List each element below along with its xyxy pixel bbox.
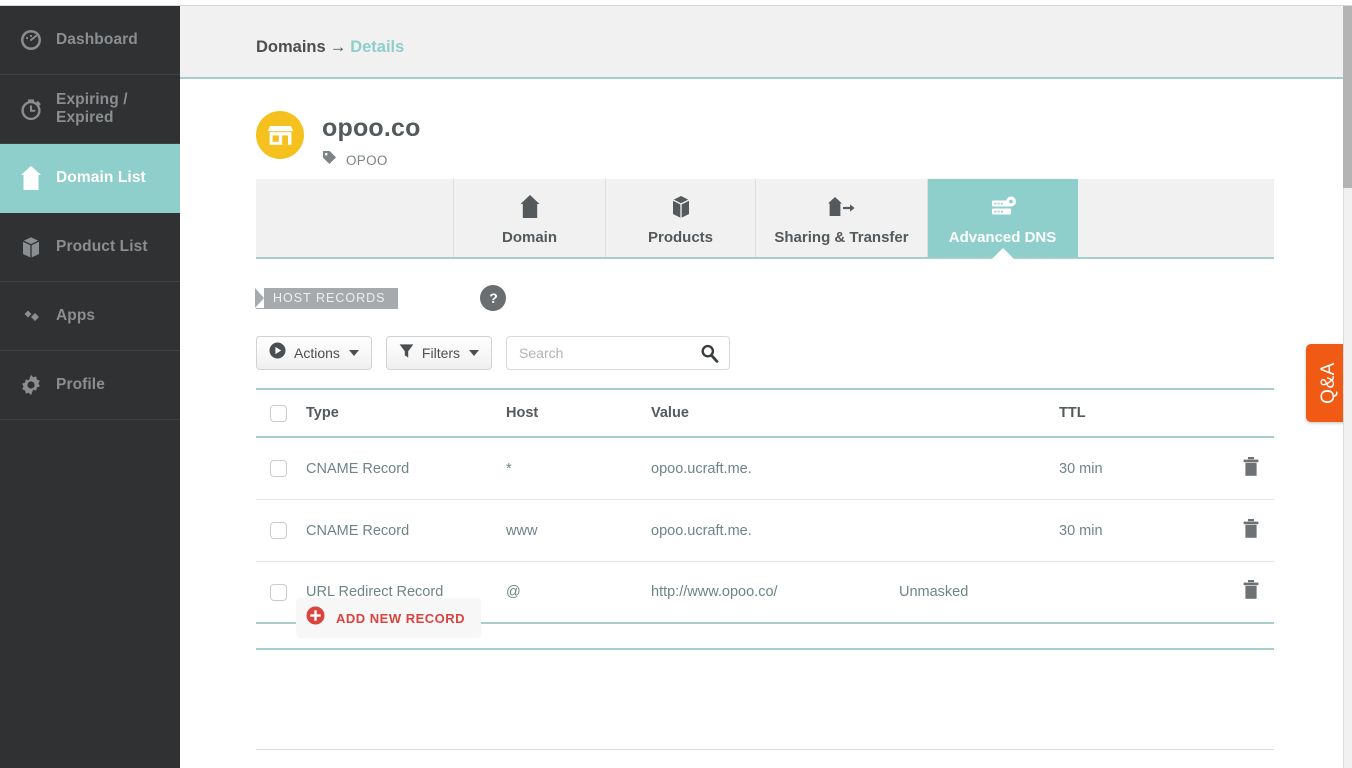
tab-label: Sharing & Transfer — [774, 229, 909, 246]
row-checkbox[interactable] — [270, 460, 287, 477]
scrollbar-thumb[interactable] — [1343, 6, 1352, 188]
search-icon[interactable] — [700, 344, 719, 368]
tab-bar: Domain Products Sharing & Transfer Advan… — [256, 179, 1274, 259]
add-new-record-button[interactable]: ADD NEW RECORD — [296, 598, 482, 638]
select-all-checkbox[interactable] — [270, 404, 287, 422]
column-header-value: Value — [651, 405, 689, 421]
row-actions-cell — [1204, 456, 1274, 482]
tab-products[interactable]: Products — [606, 179, 756, 257]
section-header-row: HOST RECORDS ? — [254, 285, 507, 311]
records-toolbar: Actions Filters — [256, 336, 731, 370]
box-icon — [14, 234, 48, 260]
section-title: HOST RECORDS — [273, 291, 386, 305]
column-header-ttl: TTL — [1059, 405, 1086, 421]
row-actions-cell — [1204, 518, 1274, 544]
qa-tab-label: Q&A — [1318, 362, 1339, 404]
tab-label: Domain — [501, 229, 557, 246]
clock-icon — [14, 97, 48, 121]
table-row[interactable]: CNAME Record www opoo.ucraft.me. 30 min — [256, 500, 1274, 562]
filters-button[interactable]: Filters — [385, 336, 493, 370]
actions-button-label: Actions — [294, 345, 340, 361]
breadcrumb-separator: → — [329, 38, 347, 56]
search-box[interactable] — [506, 336, 731, 370]
domain-header: opoo.co OPOO — [256, 111, 421, 170]
cell-ttl: 30 min — [1059, 522, 1103, 539]
add-new-record-label: ADD NEW RECORD — [336, 610, 466, 626]
breadcrumb: Domains → Details — [256, 38, 404, 57]
cell-host: * — [506, 460, 512, 477]
sidebar-item-label: Apps — [56, 307, 96, 324]
trash-icon[interactable] — [1242, 518, 1260, 544]
tab-left-spacer — [256, 179, 454, 257]
cell-value: opoo.ucraft.me. — [651, 460, 752, 477]
search-input[interactable] — [507, 337, 698, 369]
sidebar-item-label: Product List — [56, 238, 148, 255]
active-tab-notch — [991, 248, 1014, 259]
table-header-row: Type Host Value TTL — [256, 390, 1274, 438]
play-circle-icon — [269, 342, 286, 364]
actions-button[interactable]: Actions — [256, 336, 372, 370]
page-title: opoo.co — [322, 114, 421, 142]
tab-label: Advanced DNS — [948, 229, 1057, 246]
funnel-icon — [399, 343, 414, 364]
tag-icon — [322, 150, 337, 170]
host-records-ribbon: HOST RECORDS — [254, 287, 399, 309]
sidebar-item-profile[interactable]: Profile — [0, 351, 180, 420]
sidebar-item-product-list[interactable]: Product List — [0, 213, 180, 282]
cell-value: opoo.ucraft.me. — [651, 522, 752, 539]
breadcrumb-root[interactable]: Domains — [256, 38, 326, 56]
cell-type: CNAME Record — [306, 522, 410, 539]
main-content: opoo.co OPOO Domain Products Sharing & T… — [180, 79, 1352, 768]
tab-advanced-dns[interactable]: Advanced DNS — [928, 179, 1078, 259]
table-row[interactable]: CNAME Record * opoo.ucraft.me. 30 min — [256, 438, 1274, 500]
share-icon — [826, 190, 858, 220]
dns-server-icon — [987, 190, 1019, 220]
sidebar-item-label: Profile — [56, 376, 105, 393]
tab-right-spacer — [1078, 179, 1274, 257]
house-icon — [517, 190, 543, 220]
sidebar-item-label: Dashboard — [56, 31, 138, 48]
domain-tag: OPOO — [322, 143, 421, 170]
tab-sharing-transfer[interactable]: Sharing & Transfer — [756, 179, 928, 257]
sidebar-item-apps[interactable]: Apps — [0, 282, 180, 351]
add-record-row: ADD NEW RECORD — [256, 588, 1274, 650]
row-checkbox[interactable] — [270, 522, 287, 539]
box-icon — [668, 190, 694, 220]
footer-divider — [256, 749, 1274, 750]
plus-circle-icon — [306, 606, 325, 630]
sidebar-item-label: Expiring / Expired — [56, 91, 128, 126]
help-icon[interactable]: ? — [480, 285, 507, 311]
domain-tag-label: OPOO — [346, 152, 388, 168]
row-select-cell — [256, 460, 306, 477]
domain-text-block: opoo.co OPOO — [304, 111, 421, 170]
sidebar-item-expiring-expired[interactable]: Expiring / Expired — [0, 75, 180, 144]
trash-icon[interactable] — [1242, 456, 1260, 482]
row-select-cell — [256, 522, 306, 539]
cell-ttl: 30 min — [1059, 460, 1103, 477]
page-header: Domains → Details — [180, 6, 1352, 79]
cell-type: CNAME Record — [306, 460, 410, 477]
sidebar-item-domain-list[interactable]: Domain List — [0, 144, 191, 213]
filters-button-label: Filters — [421, 345, 461, 361]
breadcrumb-current: Details — [350, 38, 405, 56]
tab-domain[interactable]: Domain — [454, 179, 606, 257]
chevron-down-icon — [348, 350, 359, 356]
cell-host: www — [506, 522, 538, 539]
column-header-type: Type — [306, 405, 339, 421]
gear-icon — [14, 373, 48, 397]
sidebar-item-dashboard[interactable]: Dashboard — [0, 6, 180, 75]
column-header-host: Host — [506, 405, 539, 421]
sidebar: Dashboard Expiring / Expired Domain List… — [0, 6, 191, 768]
store-icon — [256, 111, 304, 159]
select-all-cell — [256, 404, 306, 422]
chevron-down-icon — [469, 350, 480, 356]
gauge-icon — [14, 28, 48, 52]
sidebar-item-label: Domain List — [56, 169, 146, 186]
apps-icon — [14, 305, 48, 327]
house-icon — [14, 165, 48, 191]
tab-label: Products — [647, 229, 713, 246]
